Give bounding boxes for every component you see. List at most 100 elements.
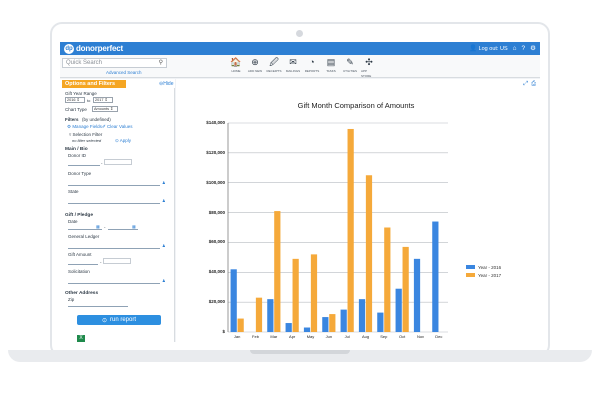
device-notch [250, 350, 350, 354]
donor-id-to-field[interactable] [104, 159, 132, 165]
y-tick-label: $120,000 [206, 149, 225, 155]
general-ledger-field[interactable] [68, 248, 160, 249]
y-tick-label: $80,000 [208, 209, 225, 215]
x-tick-label: Mar [270, 334, 278, 339]
bar-apr-series-2[interactable] [292, 258, 299, 332]
bar-jul-series-1[interactable] [340, 309, 347, 332]
main-nav: 🏠 HOME ⊕ ADD NEW 🖉 RECEIPTS ✉ MAILINGS ◔ REPORTS ▤… [228, 57, 377, 79]
y-tick-label: $60,000 [208, 239, 225, 245]
bar-oct-series-2[interactable] [402, 246, 409, 332]
filters-value: (by undefined) [82, 117, 111, 122]
y-tick-label: $100,000 [206, 179, 225, 185]
nav-item-utilities[interactable]: ✎ UTILITIES [342, 57, 358, 79]
x-tick-label: Feb [252, 334, 259, 339]
options-sidebar: Options and Filters ⊖Hide Gift Year Rang… [60, 79, 175, 342]
bar-may-series-1[interactable] [303, 327, 311, 332]
general-ledger-lookup-icon[interactable]: ♟ [162, 243, 166, 248]
home-top-icon[interactable]: ⌂ [513, 45, 517, 52]
bar-jun-series-1[interactable] [322, 317, 329, 332]
logout-link[interactable]: 👤 Log out: US [469, 44, 508, 52]
bar-jul-series-2[interactable] [347, 128, 354, 332]
donor-id-dash: - [101, 161, 103, 166]
nav-item-home[interactable]: 🏠 HOME [228, 57, 244, 79]
solicitation-label: Solicitation [68, 269, 90, 274]
nav-item-app-store[interactable]: ✣ APP STORE [361, 57, 377, 79]
bar-jan-series-2[interactable] [237, 318, 244, 332]
chart-legend: Year - 2016 Year - 2017 [466, 264, 501, 280]
nav-item-reports[interactable]: ◔ REPORTS [304, 57, 320, 79]
nav-item-receipts[interactable]: 🖉 RECEIPTS [266, 57, 282, 79]
zip-field[interactable] [68, 306, 128, 307]
bar-aug-series-1[interactable] [358, 299, 366, 332]
quick-search-input[interactable]: Quick Search ⚲ [62, 58, 167, 68]
advanced-search-link[interactable]: Advanced Search [106, 70, 142, 75]
gear-icon[interactable]: ⚙ [530, 44, 536, 52]
legend-item[interactable]: Year - 2017 [466, 272, 501, 278]
bar-mar-series-2[interactable] [274, 211, 281, 332]
nav-label: HOME [231, 69, 241, 73]
solicitation-field[interactable] [68, 283, 160, 284]
nav-item-mailings[interactable]: ✉ MAILINGS [285, 57, 301, 79]
bar-apr-series-1[interactable] [285, 323, 292, 332]
date-from-field[interactable] [68, 229, 102, 230]
sidebar-header: Options and Filters ⊖Hide [60, 79, 175, 88]
bar-sep-series-2[interactable] [384, 227, 391, 333]
bar-may-series-2[interactable] [310, 254, 318, 332]
year-from-select[interactable]: 2016 ⇕ [65, 97, 85, 103]
bar-mar-series-1[interactable] [267, 299, 274, 332]
bar-nov-series-1[interactable] [413, 258, 421, 332]
bar-jun-series-2[interactable] [329, 314, 336, 332]
bar-jan-series-1[interactable] [230, 269, 237, 332]
manage-fields-link[interactable]: ⚙ Manage Fields [67, 124, 102, 130]
bar-aug-series-2[interactable] [365, 175, 373, 332]
run-report-button[interactable]: ⊙ run report [77, 315, 161, 325]
legend-item[interactable]: Year - 2016 [466, 264, 501, 270]
y-tick-label: $ [222, 329, 225, 334]
donor-id-label: Donor ID [68, 153, 87, 158]
bar-dec-series-1[interactable] [432, 221, 439, 332]
gift-amount-to-field[interactable] [103, 258, 131, 264]
search-icon[interactable]: ⚲ [159, 59, 163, 66]
state-field[interactable] [68, 203, 160, 204]
gift-amount-label: Gift Amount [68, 252, 92, 257]
x-tick-label: Nov [416, 334, 425, 339]
excel-export-icon[interactable]: X [77, 335, 85, 342]
y-tick-label: $20,000 [208, 299, 225, 305]
eraser-icon: ✐ [102, 124, 106, 129]
filters-label: Filters [65, 117, 79, 122]
chart-type-select[interactable]: Amounts ⇕ [92, 106, 118, 112]
date-to-field[interactable] [108, 229, 138, 230]
hide-link[interactable]: ⊖Hide [159, 81, 174, 87]
nav-item-tasks[interactable]: ▤ TASKS [323, 57, 339, 79]
donor-type-field[interactable] [68, 185, 160, 186]
state-lookup-icon[interactable]: ♟ [162, 198, 166, 203]
gift-amount-from-field[interactable] [68, 264, 98, 265]
wrench-icon: ✎ [346, 57, 354, 67]
brand-logo[interactable]: dp donorperfect [64, 43, 123, 54]
bar-feb-series-2[interactable] [255, 297, 263, 332]
pie-chart-icon: ◔ [309, 57, 315, 67]
clear-values-label: Clear Values [107, 124, 133, 129]
solicitation-lookup-icon[interactable]: ♟ [162, 278, 166, 283]
bar-sep-series-1[interactable] [377, 312, 384, 332]
nav-label: TASKS [326, 69, 336, 73]
apply-label: Apply [119, 138, 132, 143]
apply-link[interactable]: ⊙ Apply [115, 138, 131, 144]
report-content: ⤢ ⎙ Gift Month Comparison of Amounts $ $2… [176, 79, 540, 342]
clear-values-link[interactable]: ✐ Clear Values [102, 124, 132, 130]
bar-oct-series-1[interactable] [395, 288, 402, 332]
calendar-from-icon[interactable]: ▦ [96, 224, 100, 229]
calendar-to-icon[interactable]: ▦ [132, 224, 136, 229]
envelope-icon: ✉ [289, 57, 297, 67]
date-label: Date [68, 219, 78, 224]
donor-id-from-field[interactable] [68, 165, 100, 166]
year-to-select[interactable]: 2017 ⇕ [93, 97, 113, 103]
nav-item-add-new[interactable]: ⊕ ADD NEW [247, 57, 263, 79]
chart-type-label: Chart Type [65, 107, 87, 112]
donor-type-lookup-icon[interactable]: ♟ [162, 180, 166, 185]
x-tick-label: Apr [289, 334, 296, 339]
help-icon[interactable]: ? [522, 45, 526, 52]
other-address-heading: Other Address [65, 291, 99, 296]
state-label: State [68, 189, 79, 194]
brand-name: donorperfect [76, 44, 123, 53]
